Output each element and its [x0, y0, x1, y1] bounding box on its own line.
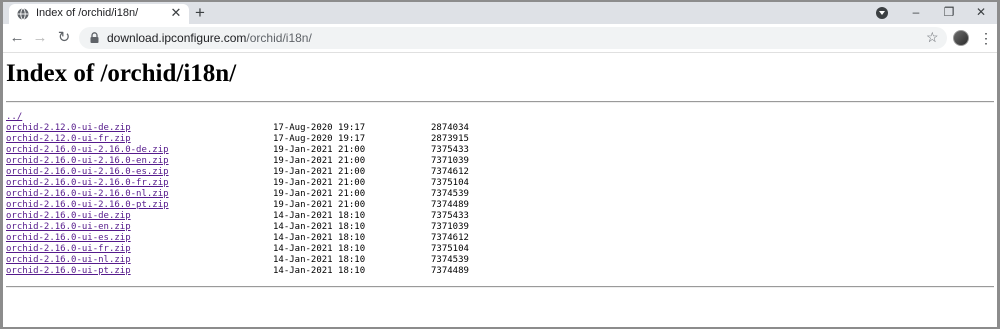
file-date: 14-Jan-2021 18:10: [273, 233, 366, 243]
file-link[interactable]: orchid-2.16.0-ui-nl.zip: [6, 255, 131, 266]
file-link[interactable]: orchid-2.12.0-ui-de.zip: [6, 123, 131, 134]
tab-title: Index of /orchid/i18n/: [36, 7, 139, 19]
minimize-button[interactable]: –: [906, 3, 926, 21]
divider-top: [6, 101, 994, 103]
browser-window: Index of /orchid/i18n/ ✕ + – ❐ ✕ ← → ↻ d…: [3, 2, 997, 327]
divider-bottom: [6, 286, 994, 288]
forward-arrow-icon[interactable]: →: [32, 30, 48, 46]
page-title: Index of /orchid/i18n/: [6, 60, 237, 87]
file-size: 7374539: [431, 255, 469, 265]
profile-dropdown-icon[interactable]: [876, 7, 888, 19]
file-date: 19-Jan-2021 21:00: [273, 200, 366, 210]
file-date: 14-Jan-2021 18:10: [273, 255, 366, 265]
avatar[interactable]: [953, 30, 969, 46]
back-arrow-icon[interactable]: ←: [9, 30, 25, 46]
file-date: 14-Jan-2021 18:10: [273, 222, 366, 232]
file-link[interactable]: orchid-2.16.0-ui-2.16.0-de.zip: [6, 145, 169, 156]
file-size: 7371039: [431, 222, 469, 232]
url-host: download.ipconfigure.com: [107, 31, 247, 45]
file-size: 2874034: [431, 123, 469, 133]
file-size: 7375104: [431, 178, 469, 188]
file-date: 14-Jan-2021 18:10: [273, 244, 366, 254]
file-link[interactable]: orchid-2.16.0-ui-de.zip: [6, 211, 131, 222]
file-link[interactable]: orchid-2.16.0-ui-en.zip: [6, 222, 131, 233]
file-date: 19-Jan-2021 21:00: [273, 167, 366, 177]
tab-active[interactable]: Index of /orchid/i18n/ ✕: [9, 4, 189, 24]
parent-directory-link[interactable]: ../: [6, 112, 22, 123]
file-date: 17-Aug-2020 19:17: [273, 123, 366, 133]
file-size: 7375433: [431, 145, 469, 155]
browser-toolbar: ← → ↻ download.ipconfigure.com/orchid/i1…: [3, 24, 997, 53]
file-size: 7374612: [431, 167, 469, 177]
file-link[interactable]: orchid-2.16.0-ui-2.16.0-en.zip: [6, 156, 169, 167]
url-text[interactable]: download.ipconfigure.com/orchid/i18n/: [107, 31, 312, 45]
file-date: 19-Jan-2021 21:00: [273, 178, 366, 188]
file-size: 7374612: [431, 233, 469, 243]
file-date: 17-Aug-2020 19:17: [273, 134, 366, 144]
file-size: 7375104: [431, 244, 469, 254]
file-size: 7375433: [431, 211, 469, 221]
more-menu-icon[interactable]: ⋮: [979, 30, 993, 46]
file-size: 7374489: [431, 266, 469, 276]
file-link[interactable]: orchid-2.12.0-ui-fr.zip: [6, 134, 131, 145]
file-link[interactable]: orchid-2.16.0-ui-2.16.0-nl.zip: [6, 189, 169, 200]
file-link[interactable]: orchid-2.16.0-ui-2.16.0-pt.zip: [6, 200, 169, 211]
file-size: 7374539: [431, 189, 469, 199]
reload-icon[interactable]: ↻: [56, 30, 72, 46]
globe-icon: [17, 8, 29, 20]
file-link[interactable]: orchid-2.16.0-ui-pt.zip: [6, 266, 131, 277]
file-date: 14-Jan-2021 18:10: [273, 211, 366, 221]
tab-close-icon[interactable]: ✕: [169, 6, 183, 20]
file-date: 19-Jan-2021 21:00: [273, 145, 366, 155]
file-link[interactable]: orchid-2.16.0-ui-2.16.0-fr.zip: [6, 178, 169, 189]
file-link[interactable]: orchid-2.16.0-ui-2.16.0-es.zip: [6, 167, 169, 178]
url-path: /orchid/i18n/: [246, 31, 312, 45]
restore-button[interactable]: ❐: [939, 3, 959, 21]
file-size: 7374489: [431, 200, 469, 210]
lock-icon[interactable]: [90, 32, 99, 43]
address-bar[interactable]: download.ipconfigure.com/orchid/i18n/ ☆: [79, 27, 947, 49]
file-size: 2873915: [431, 134, 469, 144]
close-window-button[interactable]: ✕: [971, 3, 991, 21]
file-size: 7371039: [431, 156, 469, 166]
file-link[interactable]: orchid-2.16.0-ui-es.zip: [6, 233, 131, 244]
file-date: 14-Jan-2021 18:10: [273, 266, 366, 276]
new-tab-button[interactable]: +: [191, 4, 209, 22]
file-link[interactable]: orchid-2.16.0-ui-fr.zip: [6, 244, 131, 255]
file-date: 19-Jan-2021 21:00: [273, 189, 366, 199]
tab-strip: Index of /orchid/i18n/ ✕ + – ❐ ✕: [3, 2, 997, 24]
page-content: Index of /orchid/i18n/ ../ orchid-2.12.0…: [3, 53, 997, 327]
bookmark-star-icon[interactable]: ☆: [926, 29, 939, 45]
file-date: 19-Jan-2021 21:00: [273, 156, 366, 166]
